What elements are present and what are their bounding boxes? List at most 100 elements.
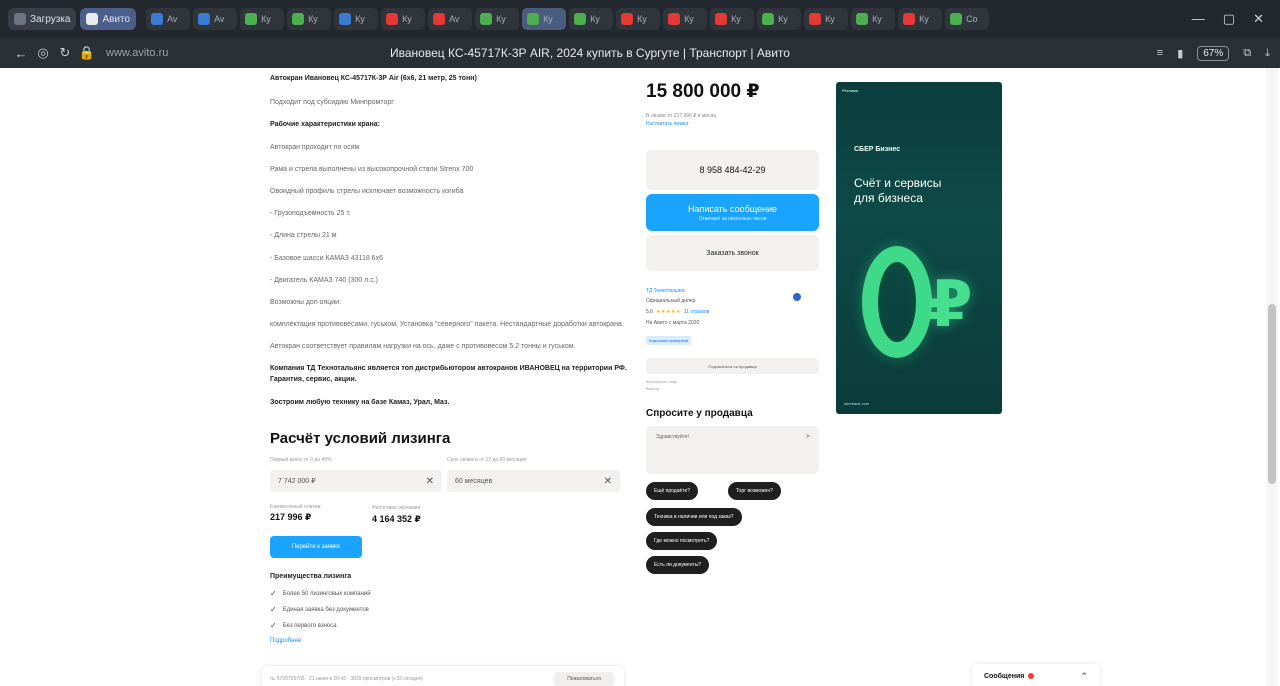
tab-label: Ку — [590, 14, 600, 24]
url-text[interactable]: www.avito.ru — [106, 47, 168, 59]
extensions-icon[interactable]: ⧉ — [1243, 47, 1251, 60]
tax-saving-label: Налоговая экономия — [372, 505, 421, 511]
write-message-button[interactable]: Написать сообщение Отвечает за несколько… — [646, 194, 819, 231]
tab-label: Ку — [355, 14, 365, 24]
browser-tab[interactable]: Av — [146, 8, 191, 30]
show-phone-button[interactable]: 8 958 484-42-29 — [646, 150, 819, 190]
ad-banner[interactable]: Реклама СБЕР Бизнес Счёт и сервисы для б… — [836, 82, 1002, 414]
browser-tab[interactable]: Ку — [898, 8, 943, 30]
down-payment-label: Первый взнос от 0 до 49% — [270, 457, 332, 463]
clear-icon[interactable]: ✕ — [426, 476, 434, 487]
tab-favicon-icon — [151, 13, 164, 25]
tab-downloads-label: Загрузка — [30, 13, 71, 25]
star-icon: ★★★★★ — [655, 309, 681, 315]
check-icon: ✓ — [270, 605, 277, 614]
ad-marker: Реклама — [842, 88, 859, 93]
seller-type: Официальный дилер — [646, 298, 696, 304]
tab-favicon-icon — [527, 13, 540, 25]
browser-tab[interactable]: Av — [428, 8, 473, 30]
send-icon[interactable]: ➤ — [805, 432, 811, 440]
tab-favicon-icon — [856, 13, 869, 25]
description-line: комплектация противовесами, гуськом, Уст… — [270, 320, 624, 328]
refresh-icon[interactable]: ↻ — [54, 45, 76, 61]
tab-downloads[interactable]: Загрузка — [8, 8, 77, 30]
messages-label: Сообщения — [984, 672, 1025, 680]
zoom-indicator[interactable]: 67% — [1197, 45, 1230, 61]
browser-tab[interactable]: Ку — [569, 8, 614, 30]
tab-label: Co — [966, 14, 978, 24]
quick-question-chip[interactable]: Техника в наличии или под заказ? — [646, 508, 742, 526]
description-line: Автокран соответствует правилам нагрузки… — [270, 342, 576, 350]
browser-tab[interactable]: Av — [193, 8, 238, 30]
browser-tab[interactable]: Co — [945, 8, 990, 30]
quick-question-chip[interactable]: Торг возможен? — [728, 482, 781, 500]
clear-icon[interactable]: ✕ — [604, 476, 612, 487]
back-arrow-icon[interactable]: ← — [10, 46, 32, 61]
subscribe-seller-button[interactable]: Подписаться на продавца — [646, 358, 819, 374]
advantage-text: Единая заявка без документов — [282, 606, 369, 613]
leasing-advantages-title: Преимущества лизинга — [270, 573, 352, 580]
browser-logo-icon[interactable]: ◎ — [32, 45, 54, 61]
reader-icon[interactable]: ≡ — [1157, 47, 1163, 59]
quick-question-chip[interactable]: Где можно посмотреть? — [646, 532, 718, 550]
tab-favicon-icon — [574, 13, 587, 25]
report-button[interactable]: Пожаловаться — [554, 672, 614, 686]
maximize-icon[interactable]: ▢ — [1223, 11, 1235, 27]
browser-tab[interactable]: Ку — [710, 8, 755, 30]
leasing-more-link[interactable]: Подробнее — [270, 638, 301, 644]
tab-favicon-icon — [198, 13, 211, 25]
tab-label: Ку — [543, 14, 553, 24]
tab-favicon-icon — [762, 13, 775, 25]
close-window-icon[interactable]: ✕ — [1253, 11, 1264, 27]
reviews-link[interactable]: 11 отзывов — [684, 309, 709, 315]
browser-tab[interactable]: Ку — [663, 8, 708, 30]
scrollbar-thumb[interactable] — [1268, 304, 1276, 484]
tab-favicon-icon — [386, 13, 399, 25]
quick-question-chip[interactable]: Ещё продаёте? — [646, 482, 699, 500]
ad-headline-line-2: для бизнеса — [854, 191, 923, 205]
quick-question-chip[interactable]: Есть ли документы? — [646, 556, 710, 574]
tab-label: Ку — [496, 14, 506, 24]
tab-label: Av — [214, 14, 225, 24]
minimize-icon[interactable]: — — [1192, 11, 1205, 27]
bookmark-icon[interactable]: ▮ — [1177, 47, 1183, 60]
seller-logo[interactable] — [787, 287, 807, 307]
seller-name[interactable]: ТД Технотальянс — [646, 288, 686, 294]
leasing-calc-link[interactable]: Рассчитать лизинг — [646, 121, 689, 127]
browser-tab[interactable]: Ку — [381, 8, 426, 30]
browser-tab[interactable]: Ку — [522, 8, 567, 30]
term-label: Срок лизинга от 12 до 60 месяцев — [447, 457, 527, 463]
browser-tab[interactable]: Ку — [287, 8, 332, 30]
download-icon[interactable]: ⤓ — [1265, 47, 1270, 60]
seller-logo-icon — [793, 293, 801, 301]
rating-value: 5,0 — [646, 309, 653, 315]
ruble-icon: ₽ — [928, 268, 973, 342]
tab-favicon-icon — [621, 13, 634, 25]
advantage-text: Без первого взноса — [282, 622, 337, 629]
tab-avito[interactable]: Авито — [80, 8, 137, 30]
address-bar: ← ◎ ↻ 🔒 www.avito.ru Ивановец КС-45717К-… — [0, 38, 1280, 68]
advantage-text: Более 50 лизинговых компаний — [282, 590, 371, 597]
mini-tab-strip: Av Av Ку Ку Ку Ку Av Ку Ку Ку Ку Ку Ку Ку Ку Ку Ку Co — [146, 8, 990, 30]
messages-widget[interactable]: Сообщения ⌃ — [972, 664, 1100, 686]
description-line: Рабочие характеристики крана: — [270, 120, 380, 128]
zero-ruble-graphic: ₽ — [858, 240, 973, 370]
tab-favicon-icon — [903, 13, 916, 25]
request-call-button[interactable]: Заказать звонок — [646, 235, 819, 271]
browser-tab[interactable]: Ку — [851, 8, 896, 30]
leasing-apply-button[interactable]: Перейти к заявке — [270, 536, 362, 558]
browser-tab[interactable]: Ку — [240, 8, 285, 30]
browser-tab[interactable]: Ку — [475, 8, 520, 30]
term-value: 60 месяцев — [455, 477, 493, 485]
browser-tab[interactable]: Ку — [334, 8, 379, 30]
ask-seller-input[interactable]: Здравствуйте! ➤ — [646, 426, 819, 474]
chevron-up-icon[interactable]: ⌃ — [1080, 671, 1088, 682]
page-scrollbar[interactable] — [1266, 68, 1278, 686]
term-field[interactable]: 60 месяцев ✕ — [447, 470, 620, 492]
browser-tab[interactable]: Ку — [757, 8, 802, 30]
browser-tab[interactable]: Ку — [804, 8, 849, 30]
description-line: Подходит под субсидию Минпромторг — [270, 98, 394, 106]
browser-tab[interactable]: Ку — [616, 8, 661, 30]
item-price: 15 800 000 ₽ — [646, 81, 760, 102]
down-payment-field[interactable]: 7 742 000 ₽ ✕ — [270, 470, 442, 492]
